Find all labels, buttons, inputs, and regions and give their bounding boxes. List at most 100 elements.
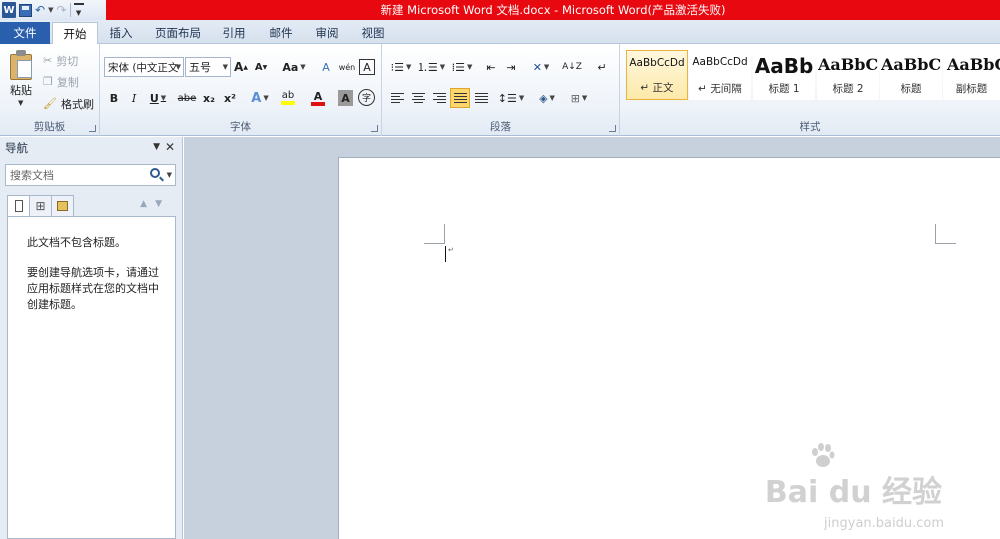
tab-mailings[interactable]: 邮件 xyxy=(260,22,302,44)
document-area[interactable]: ↵ Bai du 经验 jingyan.baidu.com xyxy=(184,137,1000,539)
paste-button[interactable]: 粘贴 xyxy=(10,82,32,98)
show-marks-button[interactable]: ↵ xyxy=(594,57,610,77)
quick-access-toolbar: W ↶ ▼ ↷ ▼ xyxy=(0,0,106,20)
undo-dropdown[interactable]: ▼ xyxy=(48,2,53,18)
line-spacing-button[interactable]: ↕☰ ▼ xyxy=(498,88,524,108)
font-name-combo[interactable]: 宋体 (中文正文 ▼ xyxy=(104,57,184,77)
style-no-spacing[interactable]: AaBbCcDd ↵ 无间隔 xyxy=(689,50,751,100)
tab-insert[interactable]: 插入 xyxy=(100,22,142,44)
baidu-watermark: Bai du 经验 xyxy=(764,475,942,510)
multilevel-list-button[interactable]: ⁞☰ ▼ xyxy=(448,57,476,77)
browse-pages-tab[interactable]: ⊞ xyxy=(29,195,52,217)
nav-options-dropdown[interactable]: ▼ xyxy=(153,142,160,152)
style-heading-2[interactable]: AaBbC 标题 2 xyxy=(817,50,879,100)
font-size-combo[interactable]: 五号 ▼ xyxy=(185,57,231,77)
baidu-paw-icon xyxy=(812,443,835,467)
font-color-button[interactable]: A xyxy=(306,88,330,108)
enclose-characters-button[interactable]: 字 xyxy=(358,89,375,106)
customize-qat-button[interactable]: ▼ xyxy=(73,3,84,17)
save-button[interactable] xyxy=(19,2,32,18)
word-app-icon[interactable]: W xyxy=(2,2,16,18)
paste-icon[interactable] xyxy=(10,50,34,80)
search-options-dropdown[interactable]: ▼ xyxy=(167,171,172,179)
cut-button[interactable]: ✂ 剪切 xyxy=(43,52,78,69)
bold-button[interactable]: B xyxy=(106,88,122,108)
grow-font-button[interactable]: A ▲ xyxy=(234,57,248,77)
multilevel-list-icon: ⁞☰ xyxy=(451,60,465,74)
align-center-icon xyxy=(411,92,425,104)
phonetic-guide-button[interactable]: wén xyxy=(338,57,356,77)
copy-button[interactable]: ❐ 复制 xyxy=(43,73,79,90)
text-effects-button[interactable]: A ▼ xyxy=(248,88,272,108)
ribbon: 粘贴 ▼ ✂ 剪切 ❐ 复制 🖌 格式刷 剪贴板 宋体 (中文正文 ▼ 五号 ▼ A ▲ A… xyxy=(0,44,1000,136)
paragraph-group-label: 段落 xyxy=(490,121,511,133)
nav-close-icon[interactable]: ✕ xyxy=(165,140,175,154)
tab-review[interactable]: 审阅 xyxy=(306,22,348,44)
styles-group: AaBbCcDd ↵ 正文 AaBbCcDd ↵ 无间隔 AaBb 标题 1 A… xyxy=(620,44,1000,136)
scissors-icon: ✂ xyxy=(43,54,53,67)
character-shading-button[interactable]: A xyxy=(338,90,353,106)
style-heading-1[interactable]: AaBb 标题 1 xyxy=(753,50,815,100)
justify-icon xyxy=(453,92,467,104)
shading-button[interactable]: ◈ ▼ xyxy=(534,88,560,108)
clipboard-group-label: 剪贴板 xyxy=(33,121,66,133)
numbering-button[interactable]: ⒈☰ ▼ xyxy=(417,57,445,77)
decrease-indent-icon: ⇤ xyxy=(486,60,496,74)
search-icon[interactable] xyxy=(150,168,160,178)
shrink-font-button[interactable]: A ▼ xyxy=(254,57,268,77)
align-left-button[interactable] xyxy=(388,88,406,108)
justify-button[interactable] xyxy=(450,88,470,108)
change-case-button[interactable]: Aa ▼ xyxy=(282,57,306,77)
nav-empty-message: 此文档不包含标题。 xyxy=(27,236,126,249)
strikethrough-button[interactable]: abe xyxy=(176,88,198,108)
paragraph-launcher[interactable] xyxy=(609,125,616,132)
style-normal[interactable]: AaBbCcDd ↵ 正文 xyxy=(626,50,688,100)
document-page-icon xyxy=(14,200,23,212)
nav-help-message: 要创建导航选项卡，请通过应用标题样式在您的文档中创建标题。 xyxy=(27,266,159,311)
ribbon-tabs: 文件 开始 插入 页面布局 引用 邮件 审阅 视图 xyxy=(0,20,1000,45)
subscript-button[interactable]: x₂ xyxy=(200,88,218,108)
style-title[interactable]: AaBbC 标题 xyxy=(880,50,942,100)
paragraph-mark: ↵ xyxy=(448,246,454,254)
clear-format-button[interactable]: A xyxy=(317,57,335,77)
nav-prev-next-icons[interactable]: ▲▼ xyxy=(140,199,170,209)
clipboard-launcher[interactable] xyxy=(89,125,96,132)
tab-page-layout[interactable]: 页面布局 xyxy=(148,22,208,44)
redo-icon: ↷ xyxy=(56,3,67,17)
paste-dropdown[interactable]: ▼ xyxy=(18,99,23,107)
format-painter-button[interactable]: 🖌 格式刷 xyxy=(43,95,94,112)
tab-file[interactable]: 文件 xyxy=(0,22,50,44)
paragraph-mark-icon: ↵ xyxy=(597,60,607,74)
sort-button[interactable]: A↓Z xyxy=(562,57,582,77)
tab-view[interactable]: 视图 xyxy=(352,22,394,44)
tab-home[interactable]: 开始 xyxy=(52,22,98,45)
tab-references[interactable]: 引用 xyxy=(214,22,254,44)
increase-indent-button[interactable]: ⇥ xyxy=(502,57,520,77)
distributed-button[interactable] xyxy=(472,88,490,108)
decrease-indent-button[interactable]: ⇤ xyxy=(482,57,500,77)
brush-icon: 🖌 xyxy=(43,97,57,110)
undo-button[interactable]: ↶ xyxy=(35,2,45,18)
style-subtitle[interactable]: AaBbC 副标题 xyxy=(943,50,1000,100)
increase-indent-icon: ⇥ xyxy=(506,60,516,74)
borders-button[interactable]: ⊞ ▼ xyxy=(566,88,592,108)
align-center-button[interactable] xyxy=(409,88,427,108)
align-right-button[interactable] xyxy=(430,88,448,108)
italic-button[interactable]: I xyxy=(126,88,142,108)
redo-button[interactable]: ↷ xyxy=(56,2,66,18)
nav-search-input[interactable]: 搜索文档 ▼ xyxy=(5,164,176,186)
superscript-button[interactable]: x² xyxy=(221,88,239,108)
underline-button[interactable]: U ▼ xyxy=(146,88,170,108)
font-launcher[interactable] xyxy=(371,125,378,132)
undo-icon: ↶ xyxy=(35,3,46,17)
bullet-list-icon: ⁝☰ xyxy=(390,60,404,74)
bullets-button[interactable]: ⁝☰ ▼ xyxy=(388,57,414,77)
paint-bucket-icon: ◈ xyxy=(539,91,548,105)
browse-results-tab[interactable] xyxy=(51,195,74,217)
browse-headings-tab[interactable] xyxy=(7,195,30,217)
highlight-button[interactable]: ab xyxy=(275,88,301,108)
clipboard-group: 粘贴 ▼ ✂ 剪切 ❐ 复制 🖌 格式刷 剪贴板 xyxy=(0,44,100,136)
text-cursor xyxy=(445,246,446,262)
character-border-button[interactable]: A xyxy=(359,59,375,75)
chinese-layout-button[interactable]: ✕ ▼ xyxy=(528,57,554,77)
